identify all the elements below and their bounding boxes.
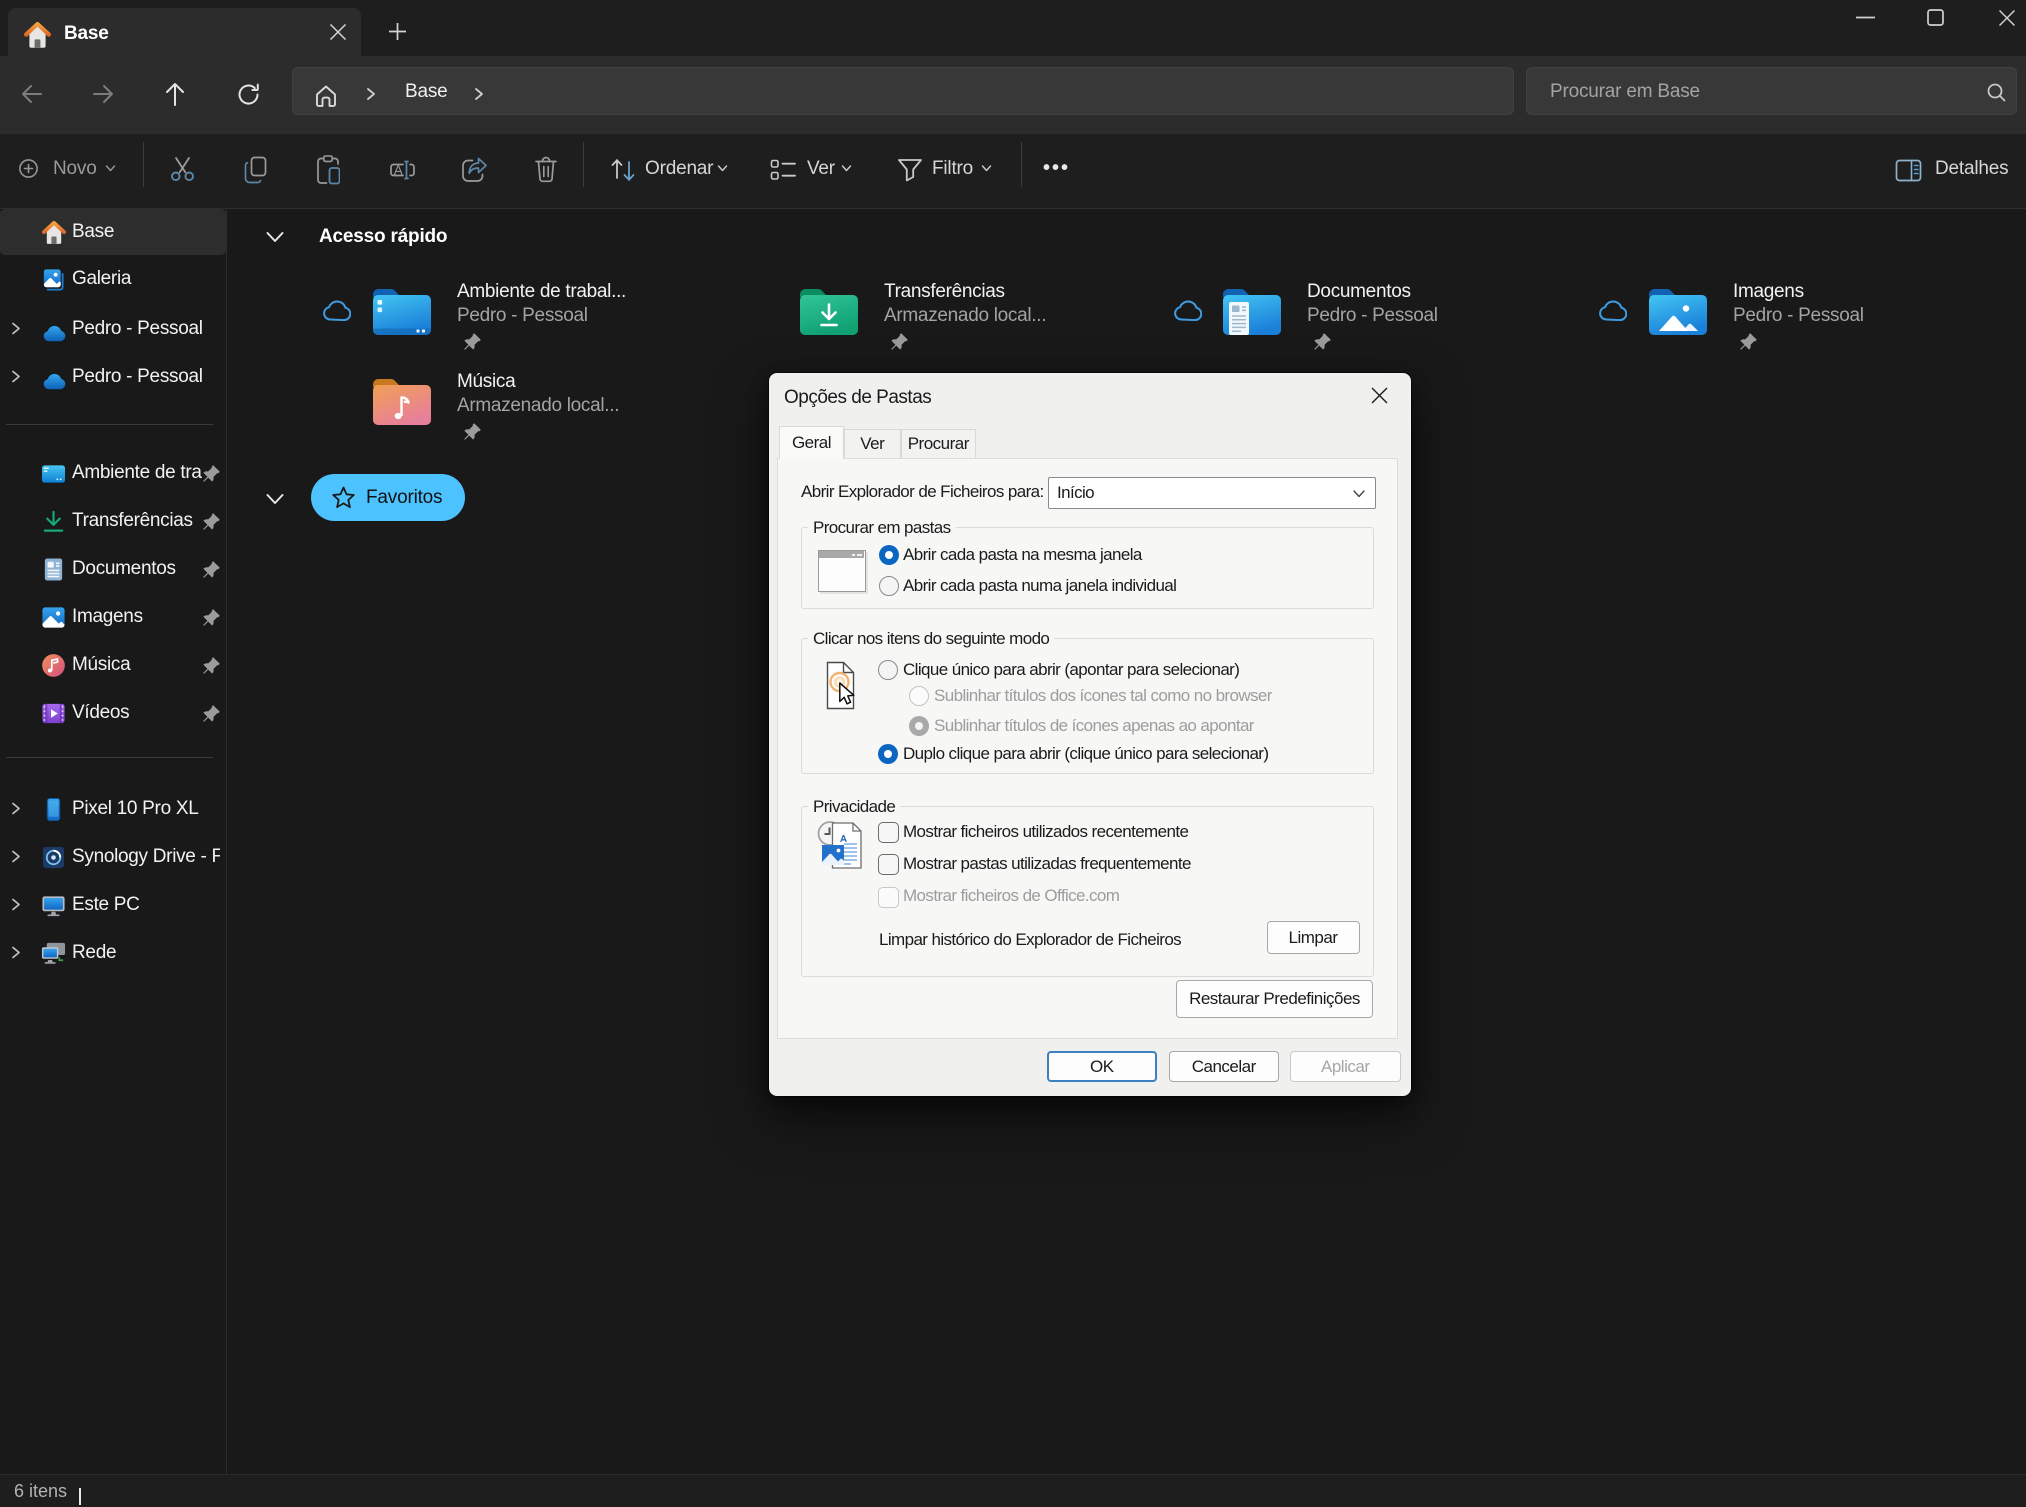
svg-text:A: A [394,163,403,178]
